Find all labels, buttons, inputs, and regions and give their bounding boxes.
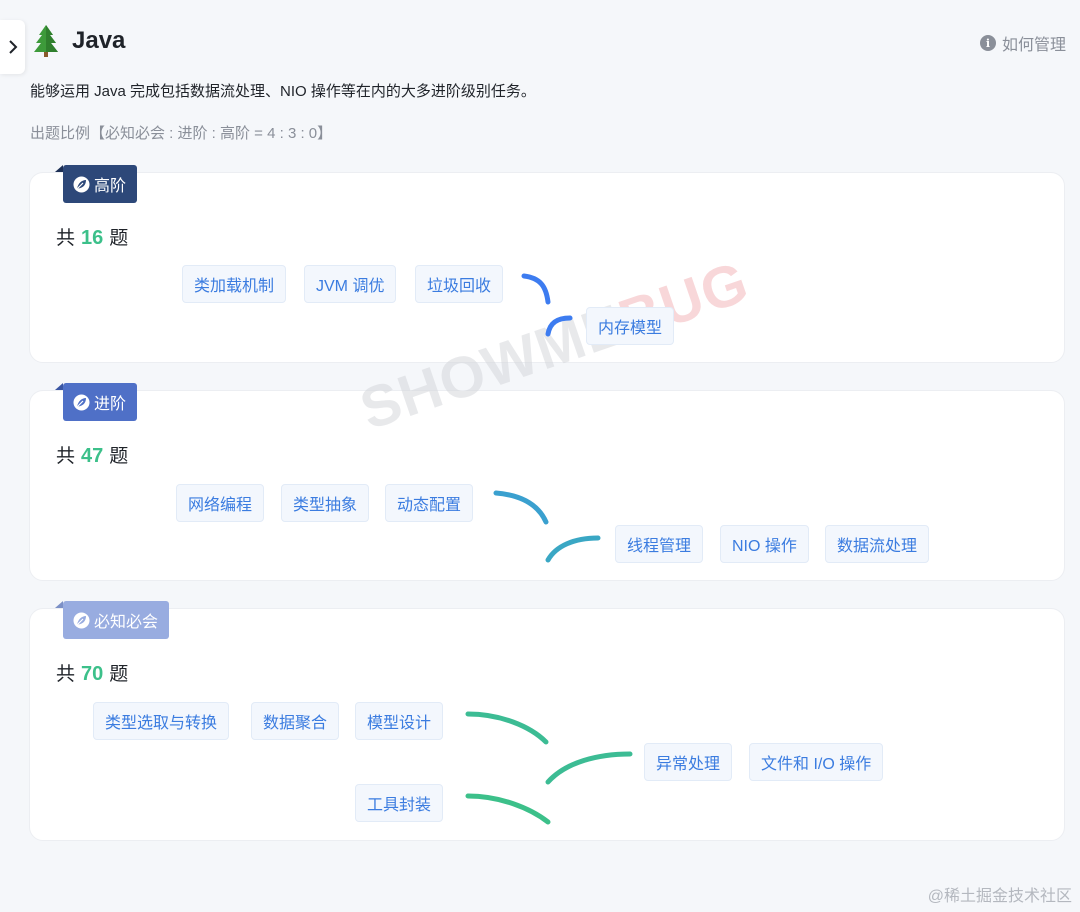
topic-tag-jvm-tuning[interactable]: JVM 调优 (304, 265, 397, 303)
source-watermark: @稀土掘金技术社区 (927, 888, 1072, 905)
level-badge-label: 高阶 (94, 178, 127, 195)
topic-tag-data-stream[interactable]: 数据流处理 (825, 525, 930, 563)
count-number: 70 (81, 663, 104, 685)
topic-tag-tool-wrapping[interactable]: 工具封装 (355, 784, 444, 822)
topic-tag-nio-operations[interactable]: NIO 操作 (720, 525, 809, 563)
page-header: Java (32, 24, 125, 58)
topic-tag-network-programming[interactable]: 网络编程 (176, 484, 265, 522)
count-number: 16 (81, 227, 104, 249)
page-title: Java (72, 27, 126, 54)
topic-tag-type-abstraction[interactable]: 类型抽象 (281, 484, 370, 522)
manage-label: 如何管理 (1001, 37, 1066, 54)
level-badge-label: 必知必会 (94, 614, 159, 631)
topic-tag-exception-handling[interactable]: 异常处理 (644, 743, 733, 781)
topic-tag-memory-model[interactable]: 内存模型 (586, 307, 675, 345)
question-ratio: 出题比例【必知必会 : 进阶 : 高阶 = 4 : 3 : 0】 (30, 125, 333, 142)
question-count-mid: 共 47 题 (56, 445, 129, 467)
level-badge-high: 高阶 (55, 165, 138, 203)
topic-tag-dynamic-config[interactable]: 动态配置 (385, 484, 474, 522)
tree-icon (34, 25, 58, 57)
page-description: 能够运用 Java 完成包括数据流处理、NIO 操作等在内的大多进阶级别任务。 (30, 83, 536, 100)
manage-link[interactable]: i 如何管理 (979, 31, 1066, 55)
topic-tag-type-conversion[interactable]: 类型选取与转换 (93, 702, 230, 740)
sidebar-expand-button[interactable] (0, 20, 25, 74)
question-count-high: 共 16 题 (56, 227, 129, 249)
level-badge-label: 进阶 (94, 396, 127, 413)
topic-tag-file-io[interactable]: 文件和 I/O 操作 (749, 743, 884, 781)
topic-tag-data-aggregation[interactable]: 数据聚合 (251, 702, 340, 740)
chevron-right-icon (8, 40, 17, 54)
question-count-basic: 共 70 题 (56, 663, 129, 685)
info-icon: i (979, 35, 996, 51)
topic-tag-class-loading[interactable]: 类加载机制 (182, 265, 287, 303)
leaf-icon (73, 394, 90, 410)
level-badge-basic: 必知必会 (55, 601, 170, 639)
leaf-icon (73, 612, 90, 628)
count-number: 47 (81, 445, 104, 467)
leaf-icon (73, 176, 90, 192)
topic-tag-model-design[interactable]: 模型设计 (355, 702, 444, 740)
topic-tag-garbage-collection[interactable]: 垃圾回收 (415, 265, 504, 303)
level-badge-mid: 进阶 (55, 383, 138, 421)
topic-tag-thread-management[interactable]: 线程管理 (615, 525, 704, 563)
